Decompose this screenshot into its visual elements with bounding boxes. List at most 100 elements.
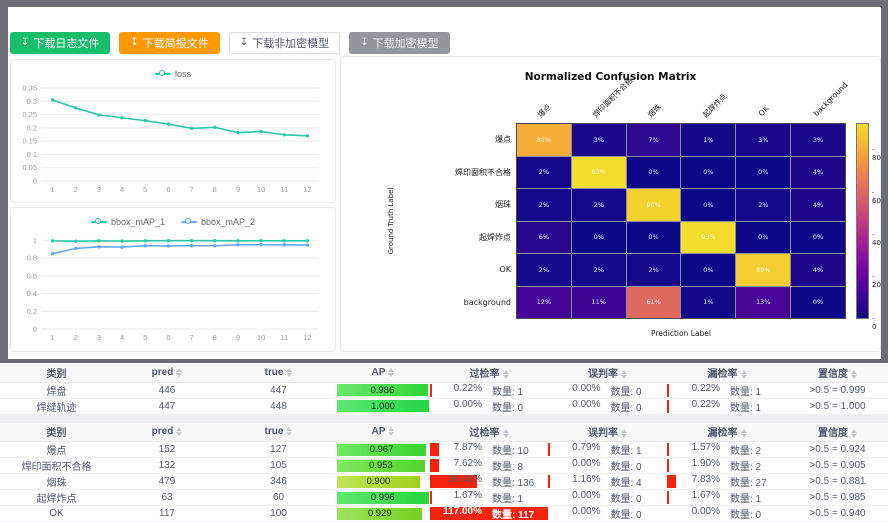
sort-carets-icon[interactable]	[621, 370, 627, 379]
download-log-button[interactable]: ↧ 下载日志文件	[10, 32, 110, 54]
svg-text:8: 8	[213, 333, 217, 342]
sort-carets-icon[interactable]	[851, 370, 857, 379]
matrix-cell: 81%	[517, 124, 571, 156]
sort-carets-icon[interactable]	[621, 429, 627, 438]
download-report-button[interactable]: ↧ 下载简报文件	[119, 32, 219, 54]
column-header-true[interactable]: true	[221, 423, 336, 442]
sort-carets-icon[interactable]	[741, 370, 747, 379]
svg-text:10: 10	[257, 333, 265, 342]
svg-text:12: 12	[303, 333, 311, 342]
ap-cell: 0.967	[336, 442, 430, 458]
sort-carets-icon[interactable]	[388, 427, 394, 436]
confidence-value: >0.5 = 0.924	[787, 442, 888, 458]
matrix-cell: 0%	[681, 254, 735, 286]
true-count: 60	[221, 490, 336, 506]
svg-text:0.35: 0.35	[22, 84, 37, 93]
column-header-置信度[interactable]: 置信度	[787, 423, 888, 442]
column-header-漏检率[interactable]: 漏检率	[667, 423, 787, 442]
legend-item-bbox_mAP_1[interactable]: bbox_mAP_1	[91, 214, 165, 230]
rate-cell: 1.57%数量: 2	[667, 442, 787, 458]
download-encrypted-model-button[interactable]: ↧ 下载加密模型	[349, 32, 449, 54]
rate-cell: 7.62%数量: 8	[430, 458, 548, 474]
rate-percent: 7.62%	[430, 458, 482, 473]
ap-cell: 0.996	[336, 490, 430, 506]
class-name: 焊缝轨迹	[0, 398, 113, 414]
matrix-cell: 13%	[736, 287, 790, 319]
column-header-label: 置信度	[818, 428, 848, 439]
svg-text:0.6: 0.6	[27, 271, 37, 280]
sort-carets-icon[interactable]	[176, 368, 182, 377]
colorbar-tick: - 0	[872, 315, 880, 331]
confusion-matrix: Normalized Confusion Matrix Ground Truth…	[341, 57, 880, 351]
matrix-cell: 7%	[627, 124, 681, 156]
column-header-pred[interactable]: pred	[113, 363, 221, 382]
colorbar-tick: - 20	[872, 273, 881, 289]
legend-line-icon	[181, 218, 197, 226]
svg-text:0: 0	[33, 177, 37, 186]
sort-carets-icon[interactable]	[503, 429, 509, 438]
ap-bar: 0.929	[337, 508, 422, 520]
svg-text:3: 3	[97, 185, 101, 194]
class-name: 起焊炸点	[0, 490, 113, 506]
matrix-cell: 3%	[791, 124, 845, 156]
rate-cell: 1.16%数量: 4	[548, 474, 667, 490]
column-header-AP[interactable]: AP	[336, 363, 430, 382]
sort-carets-icon[interactable]	[388, 368, 394, 377]
rate-cell: 1.90%数量: 2	[667, 458, 787, 474]
download-icon: ↧	[21, 38, 29, 48]
svg-text:1: 1	[50, 185, 54, 194]
download-plain-model-button[interactable]: ↧ 下载非加密模型	[229, 32, 340, 54]
line-chart-svg: 00.20.40.60.81123456789101112	[11, 230, 331, 344]
rate-count: 数量: 1	[492, 490, 548, 505]
confidence-value: >0.5 = 0.905	[787, 458, 888, 474]
x-tick-label: background	[812, 80, 850, 118]
confidence-value: >0.5 = 0.881	[787, 474, 888, 490]
map-chart-legend: bbox_mAP_1 bbox_mAP_2	[11, 208, 335, 230]
column-header-AP[interactable]: AP	[336, 423, 430, 442]
column-header-label: 过检率	[470, 428, 500, 439]
matrix-cell: 0%	[627, 157, 681, 189]
loss-chart-legend: loss	[11, 60, 335, 82]
legend-item-bbox_mAP_2[interactable]: bbox_mAP_2	[181, 214, 255, 230]
svg-text:10: 10	[257, 185, 265, 194]
sort-carets-icon[interactable]	[503, 370, 509, 379]
sort-carets-icon[interactable]	[286, 427, 292, 436]
sort-carets-icon[interactable]	[176, 427, 182, 436]
rate-count: 数量: 136	[492, 474, 548, 489]
column-header-置信度[interactable]: 置信度	[787, 363, 888, 382]
matrix-cell: 3%	[736, 124, 790, 156]
true-count: 346	[221, 474, 336, 490]
column-header-pred[interactable]: pred	[113, 423, 221, 442]
rate-cell: 117.00%数量: 117	[430, 506, 548, 522]
svg-text:0.3: 0.3	[27, 97, 37, 106]
legend-item-loss[interactable]: loss	[155, 66, 191, 82]
rate-cell: 0.22%数量: 1	[430, 382, 548, 398]
table-row: 起焊炸点63600.9961.67%数量: 10.00%数量: 01.67%数量…	[0, 490, 888, 506]
matrix-cell: 12%	[517, 287, 571, 319]
column-header-误判率[interactable]: 误判率	[548, 423, 667, 442]
download-report-label: 下载简报文件	[143, 35, 209, 51]
svg-text:6: 6	[166, 333, 170, 342]
true-count: 447	[221, 382, 336, 398]
sort-carets-icon[interactable]	[741, 429, 747, 438]
matrix-cell: 2%	[572, 254, 626, 286]
matrix-cell: 0%	[791, 287, 845, 319]
rate-percent: 0.00%	[549, 383, 601, 398]
rate-count: 数量: 1	[611, 442, 667, 457]
column-header-类别: 类别	[0, 363, 113, 382]
sort-carets-icon[interactable]	[851, 429, 857, 438]
rate-cell: 0.00%数量: 0	[548, 398, 667, 414]
rate-percent: 0.00%	[549, 506, 601, 521]
rate-percent: 0.00%	[430, 399, 482, 414]
column-header-过检率[interactable]: 过检率	[430, 423, 548, 442]
matrix-cell: 0%	[627, 222, 681, 254]
download-icon: ↧	[130, 38, 138, 48]
rate-percent: 0.22%	[668, 399, 720, 414]
column-header-label: 置信度	[818, 369, 848, 380]
column-header-过检率[interactable]: 过检率	[430, 363, 548, 382]
column-header-漏检率[interactable]: 漏检率	[667, 363, 787, 382]
sort-carets-icon[interactable]	[286, 368, 292, 377]
rate-cell: 39.42%数量: 136	[430, 474, 548, 490]
column-header-true[interactable]: true	[221, 363, 336, 382]
column-header-误判率[interactable]: 误判率	[548, 363, 667, 382]
